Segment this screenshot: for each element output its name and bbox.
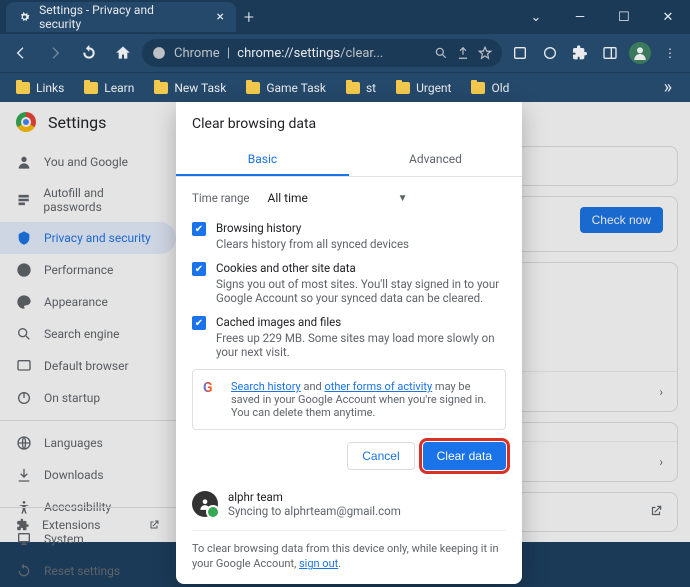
time-range-select[interactable]: All time ▼ [268,187,408,209]
omnibox-text: Chrome | chrome://settings/clear... [174,46,426,61]
bookmark-folder[interactable]: Links [8,78,72,98]
folder-icon [246,82,260,94]
extensions-puzzle-icon[interactable] [566,38,594,68]
folder-icon [84,82,98,94]
checkbox-checked-icon[interactable]: ✔ [192,262,206,276]
dialog-actions: Cancel Clear data [192,442,506,470]
profile-avatar[interactable] [626,38,654,68]
back-button[interactable] [6,38,36,68]
dialog-title: Clear browsing data [192,116,506,132]
folder-icon [154,82,168,94]
extension-icon-1[interactable] [506,38,534,68]
folder-icon [471,82,485,94]
clear-browsing-data-dialog: Clear browsing data Basic Advanced Time … [176,102,522,584]
new-tab-button[interactable]: + [236,4,262,30]
browser-tab[interactable]: Settings - Privacy and security × [6,2,236,32]
time-range-row: Time range All time ▼ [192,187,506,209]
bookmarks-bar: Links Learn New Task Game Task st Urgent… [0,72,690,102]
clear-data-button[interactable]: Clear data [423,442,506,470]
folder-icon [396,82,410,94]
bookmark-folder[interactable]: New Task [146,78,234,98]
minimize-button[interactable]: — [558,2,602,32]
bookmark-folder[interactable]: st [338,78,384,98]
bookmarks-overflow[interactable]: » [654,77,682,98]
account-name: alphr team [228,490,401,504]
omnibox[interactable]: Chrome | chrome://settings/clear... [142,39,502,67]
option-browsing-history[interactable]: ✔ Browsing history Clears history from a… [192,221,506,251]
close-window-button[interactable]: ✕ [646,2,690,32]
home-button[interactable] [108,38,138,68]
share-icon[interactable] [456,46,470,60]
window-controls: ⌄ — ☐ ✕ [514,2,690,32]
account-avatar [192,491,218,517]
option-cached[interactable]: ✔ Cached images and files Frees up 229 M… [192,315,506,359]
sidepanel-icon[interactable] [596,38,624,68]
maximize-button[interactable]: ☐ [602,2,646,32]
cancel-button[interactable]: Cancel [347,442,414,470]
close-tab-icon[interactable]: × [217,9,224,25]
sign-out-link[interactable]: sign out [299,557,338,570]
tab-basic[interactable]: Basic [176,144,349,176]
chevron-down-icon[interactable]: ⌄ [514,2,558,32]
bookmark-folder[interactable]: Learn [76,78,142,98]
bookmark-folder[interactable]: Urgent [388,78,459,98]
settings-page: Settings You and Google Autofill and pas… [0,102,690,542]
other-activity-link[interactable]: other forms of activity [324,380,432,393]
reload-button[interactable] [74,38,104,68]
star-icon[interactable] [478,46,492,60]
google-account-info: G Search history and other forms of acti… [192,369,506,430]
caret-down-icon: ▼ [398,193,408,204]
chrome-icon [152,46,166,60]
toolbar: Chrome | chrome://settings/clear... ⋮ [0,34,690,72]
sync-account-row: alphr team Syncing to alphrteam@gmail.co… [192,484,506,518]
forward-button[interactable] [40,38,70,68]
checkbox-checked-icon[interactable]: ✔ [192,316,206,330]
search-history-link[interactable]: Search history [231,380,301,393]
option-cookies[interactable]: ✔ Cookies and other site data Signs you … [192,261,506,305]
bookmark-folder[interactable]: Game Task [238,78,334,98]
extension-icon-2[interactable] [536,38,564,68]
gear-icon [18,10,31,24]
tab-advanced[interactable]: Advanced [349,144,522,176]
tab-title: Settings - Privacy and security [39,3,188,31]
dialog-tabs: Basic Advanced [176,144,522,177]
google-logo-icon: G [203,380,221,398]
time-range-label: Time range [192,191,250,205]
titlebar: Settings - Privacy and security × + ⌄ — … [0,0,690,34]
footnote: To clear browsing data from this device … [192,530,506,572]
menu-button[interactable]: ⋮ [656,38,684,68]
checkbox-checked-icon[interactable]: ✔ [192,222,206,236]
sync-status: Syncing to alphrteam@gmail.com [228,504,401,518]
sidebar-item-reset[interactable]: Reset settings [0,555,176,587]
zoom-icon[interactable] [434,46,448,60]
bookmark-folder[interactable]: Old [463,78,517,98]
folder-icon [346,82,360,94]
folder-icon [16,82,30,94]
